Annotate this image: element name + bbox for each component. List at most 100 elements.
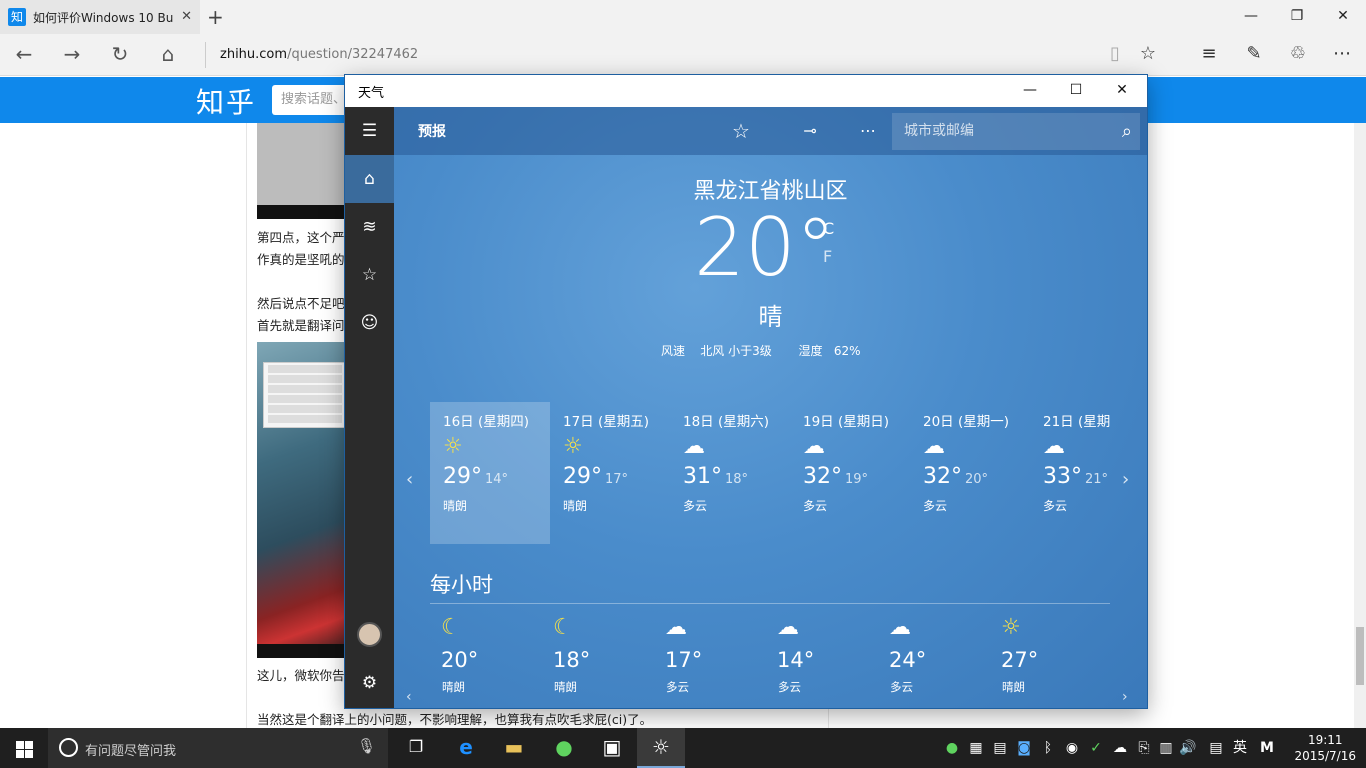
- microphone-icon[interactable]: 🎙: [357, 737, 376, 755]
- tray-app-icon[interactable]: ✓: [1086, 728, 1106, 768]
- screenshot-image: [257, 342, 347, 658]
- daily-forecast-card[interactable]: 21日 (星期二 ☁ 33° 21° 多云: [1030, 402, 1110, 544]
- daily-prev-arrow-icon[interactable]: ‹: [406, 469, 413, 490]
- fahrenheit-toggle[interactable]: F: [823, 247, 832, 266]
- daily-forecast-card[interactable]: 19日 (星期日) ☁ 32° 19° 多云: [790, 402, 910, 544]
- cloud-icon: ☁: [777, 615, 799, 640]
- hour-temp: 24°: [889, 648, 927, 672]
- system-clock[interactable]: 19:11 2015/7/16: [1294, 732, 1356, 764]
- city-search-input[interactable]: 城市或邮编 ⌕: [892, 113, 1140, 150]
- hourly-prev-arrow-icon[interactable]: ‹: [406, 689, 412, 705]
- day-label: 18日 (星期六): [683, 414, 770, 430]
- zhihu-logo[interactable]: 知乎: [196, 81, 256, 121]
- hourly-item: ☁ 14° 多云: [766, 615, 866, 705]
- day-low: 19°: [845, 472, 869, 487]
- favorite-star-icon[interactable]: ☆: [1128, 34, 1168, 76]
- tray-app-icon[interactable]: ▦: [966, 728, 986, 768]
- answer-text-line: 然后说点不足吧: [257, 296, 345, 311]
- store-icon[interactable]: ▣: [588, 728, 636, 768]
- home-icon[interactable]: ⌂: [345, 155, 394, 203]
- places-icon[interactable]: ☆: [345, 251, 394, 299]
- browser-tab-bar: 知 如何评价Windows 10 Bu ✕ + — ❐ ✕: [0, 0, 1366, 34]
- ime-mode-icon[interactable]: M: [1256, 728, 1278, 768]
- refresh-button[interactable]: ↻: [98, 34, 142, 76]
- start-button[interactable]: [0, 728, 48, 768]
- day-high: 29°: [563, 464, 602, 489]
- task-view-icon[interactable]: ❐: [392, 728, 440, 768]
- day-label: 17日 (星期五): [563, 414, 650, 430]
- daily-forecast-card[interactable]: 18日 (星期六) ☁ 31° 18° 多云: [670, 402, 790, 544]
- tray-app-icon[interactable]: ▤: [990, 728, 1010, 768]
- feedback-smiley-icon[interactable]: ☺: [345, 299, 394, 347]
- minimize-button[interactable]: —: [1228, 0, 1274, 34]
- forecast-tab[interactable]: 预报: [418, 121, 446, 141]
- daily-forecast-card[interactable]: 16日 (星期四) ☼ 29° 14° 晴朗: [430, 402, 550, 544]
- city-search-placeholder: 城市或邮编: [904, 123, 974, 139]
- cloud-icon: ☁: [889, 615, 911, 640]
- address-bar[interactable]: zhihu.com/question/32247462: [205, 42, 418, 68]
- account-avatar[interactable]: [357, 622, 382, 647]
- humidity-value: 62%: [833, 344, 861, 358]
- hub-icon[interactable]: ≡: [1189, 34, 1229, 76]
- restore-button[interactable]: ❐: [1274, 0, 1320, 34]
- screenshot-image: [257, 123, 347, 219]
- pin-icon[interactable]: ⊸: [790, 113, 830, 149]
- hourly-item: ☾ 20° 晴朗: [430, 615, 530, 705]
- action-center-icon[interactable]: ▤: [1204, 728, 1228, 768]
- onedrive-icon[interactable]: ☁: [1110, 728, 1130, 768]
- tray-app-icon[interactable]: ⎘: [1134, 728, 1154, 768]
- daily-forecast-card[interactable]: 20日 (星期一) ☁ 32° 20° 多云: [910, 402, 1030, 544]
- weather-minimize-button[interactable]: —: [1007, 75, 1053, 107]
- favorite-star-icon[interactable]: ☆: [721, 113, 761, 149]
- search-icon[interactable]: ⌕: [1122, 113, 1132, 150]
- cortana-search-box[interactable]: 有问题尽管问我 🎙: [48, 728, 388, 768]
- hourly-item: ☼ 27° 晴朗: [990, 615, 1090, 705]
- browser-nav-bar: ← → ↻ ⌂ zhihu.com/question/32247462 ▯ ☆ …: [0, 34, 1366, 76]
- forward-button[interactable]: →: [50, 34, 94, 76]
- wechat-tray-icon[interactable]: ●: [942, 728, 962, 768]
- hourly-next-arrow-icon[interactable]: ›: [1122, 689, 1128, 705]
- hourly-item: ☁ 24° 多云: [878, 615, 978, 705]
- hour-condition: 多云: [666, 680, 689, 694]
- weather-close-button[interactable]: ✕: [1099, 75, 1145, 107]
- hour-condition: 多云: [778, 680, 801, 694]
- weather-maximize-button[interactable]: ☐: [1053, 75, 1099, 107]
- day-label: 19日 (星期日): [803, 414, 890, 430]
- share-icon[interactable]: ♲: [1278, 34, 1318, 76]
- tray-record-icon[interactable]: ◉: [1062, 728, 1082, 768]
- hamburger-menu-icon[interactable]: ☰: [345, 107, 394, 155]
- wechat-icon[interactable]: ●: [540, 728, 588, 768]
- daily-forecast-card[interactable]: 17日 (星期五) ☼ 29° 17° 晴朗: [550, 402, 670, 544]
- zhihu-favicon-icon: 知: [8, 8, 26, 26]
- volume-icon[interactable]: 🔊: [1178, 728, 1198, 768]
- hourly-title: 每小时: [430, 573, 493, 597]
- current-condition: 晴: [758, 303, 783, 331]
- home-button[interactable]: ⌂: [146, 34, 190, 76]
- more-options-icon[interactable]: ⋯: [848, 113, 888, 149]
- close-tab-icon[interactable]: ✕: [181, 9, 192, 24]
- more-icon[interactable]: ⋯: [1322, 34, 1362, 76]
- ime-indicator[interactable]: 英: [1230, 728, 1250, 768]
- weather-taskbar-icon[interactable]: ☼: [637, 728, 685, 768]
- tray-app-icon[interactable]: ◙: [1014, 728, 1034, 768]
- file-explorer-icon[interactable]: ▬: [490, 728, 538, 768]
- daily-next-arrow-icon[interactable]: ›: [1122, 469, 1129, 490]
- hourly-item: ☾ 18° 晴朗: [542, 615, 642, 705]
- edge-browser-icon[interactable]: e: [442, 728, 490, 768]
- bluetooth-icon[interactable]: ᛒ: [1038, 728, 1058, 768]
- page-scroll-thumb[interactable]: [1356, 627, 1364, 685]
- settings-gear-icon[interactable]: ⚙: [345, 659, 394, 707]
- browser-tab[interactable]: 知 如何评价Windows 10 Bu ✕: [0, 0, 200, 34]
- historical-weather-icon[interactable]: ≋: [345, 203, 394, 251]
- celsius-toggle[interactable]: C: [823, 219, 834, 238]
- new-tab-button[interactable]: +: [207, 5, 224, 29]
- back-button[interactable]: ←: [2, 34, 46, 76]
- close-window-button[interactable]: ✕: [1320, 0, 1366, 34]
- answer-text-line: 作真的是坚吼的: [257, 252, 345, 267]
- hour-temp: 18°: [553, 648, 591, 672]
- cortana-icon: [59, 738, 78, 757]
- network-icon[interactable]: ▥: [1156, 728, 1176, 768]
- web-note-icon[interactable]: ✎: [1234, 34, 1274, 76]
- day-label: 21日 (星期二: [1043, 414, 1110, 430]
- day-high: 32°: [923, 464, 962, 489]
